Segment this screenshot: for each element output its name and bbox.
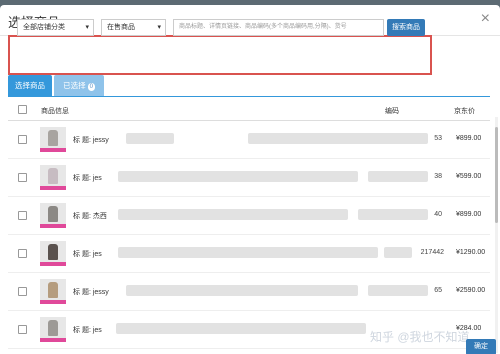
product-code: 53 xyxy=(434,135,442,142)
product-code: 217442 xyxy=(420,249,444,256)
product-price: ¥599.00 xyxy=(456,173,482,180)
blurred-code xyxy=(368,171,428,182)
product-price: ¥899.00 xyxy=(456,211,482,218)
product-title: 标 题: jes xyxy=(73,175,102,182)
filter-bar xyxy=(8,35,432,75)
product-thumbnail xyxy=(40,279,66,304)
category-select[interactable]: 全部店铺分类 ▾ xyxy=(17,19,94,36)
blurred-code xyxy=(358,209,428,220)
tab-select-products[interactable]: 选择商品 xyxy=(8,75,52,96)
product-table: 商品信息 编码 京东价 标 题: jessy 53 ¥899.00 标 题: j… xyxy=(8,98,490,354)
watermark: 知乎 @我也不知道 xyxy=(370,330,470,344)
product-thumbnail xyxy=(40,127,66,152)
row-checkbox[interactable] xyxy=(18,211,27,220)
product-thumbnail xyxy=(40,317,66,342)
product-title: 标 题: jessy xyxy=(73,137,109,144)
close-icon[interactable]: × xyxy=(481,10,490,28)
blurred-text xyxy=(116,323,366,334)
product-code: 38 xyxy=(434,173,442,180)
tab-selected[interactable]: 已选择 0 xyxy=(54,75,104,96)
product-thumbnail xyxy=(40,203,66,228)
blurred-text xyxy=(118,247,378,258)
product-price: ¥899.00 xyxy=(456,135,482,142)
product-thumbnail xyxy=(40,165,66,190)
blurred-code xyxy=(368,285,428,296)
row-checkbox[interactable] xyxy=(18,249,27,258)
blurred-code xyxy=(384,247,412,258)
table-row[interactable]: 标 题: jes 217442 ¥1290.00 xyxy=(8,235,490,273)
product-title: 标 题: jes xyxy=(73,251,102,258)
product-code: 65 xyxy=(434,287,442,294)
row-checkbox[interactable] xyxy=(18,325,27,334)
search-input[interactable]: 商品标题、详情页链接、商品编码(多个商品编码用,分隔)、货号 xyxy=(173,19,384,36)
scrollbar-thumb[interactable] xyxy=(495,127,498,223)
select-all-checkbox[interactable] xyxy=(18,105,27,114)
blurred-text xyxy=(126,285,358,296)
tab-selected-label: 已选择 xyxy=(63,81,86,90)
status-select[interactable]: 在售商品 ▾ xyxy=(101,19,166,36)
category-select-value: 全部店铺分类 xyxy=(23,24,65,31)
row-checkbox[interactable] xyxy=(18,287,27,296)
select-product-dialog: 选择商品 × 全部店铺分类 ▾ 在售商品 ▾ 商品标题、详情页链接、商品编码(多… xyxy=(0,5,500,354)
row-checkbox[interactable] xyxy=(18,135,27,144)
blurred-code xyxy=(248,133,428,144)
blurred-text xyxy=(118,209,348,220)
tab-underline xyxy=(8,96,490,97)
product-thumbnail xyxy=(40,241,66,266)
table-row[interactable]: 标 题: jessy 65 ¥2590.00 xyxy=(8,273,490,311)
table-row[interactable]: 标 题: 杰西 40 ¥899.00 xyxy=(8,197,490,235)
product-price: ¥1290.00 xyxy=(456,249,486,256)
product-code: 40 xyxy=(434,211,442,218)
table-header: 商品信息 编码 京东价 xyxy=(8,98,490,121)
product-title: 标 题: jes xyxy=(73,327,102,334)
blurred-text xyxy=(118,171,358,182)
product-title: 标 题: 杰西 xyxy=(73,213,107,220)
selected-count-badge: 0 xyxy=(87,83,95,91)
table-row[interactable]: 标 题: jes 38 ¥599.00 xyxy=(8,159,490,197)
status-select-value: 在售商品 xyxy=(107,24,135,31)
row-checkbox[interactable] xyxy=(18,173,27,182)
header-code: 编码 xyxy=(385,108,399,115)
table-row[interactable]: 标 题: jessy 53 ¥899.00 xyxy=(8,121,490,159)
blurred-text xyxy=(126,133,174,144)
chevron-down-icon: ▾ xyxy=(85,24,89,31)
header-price: 京东价 xyxy=(454,108,475,115)
search-button[interactable]: 搜索商品 xyxy=(387,19,425,36)
chevron-down-icon: ▾ xyxy=(157,24,161,31)
confirm-button[interactable]: 确定 xyxy=(466,339,496,354)
header-info: 商品信息 xyxy=(41,108,69,115)
product-title: 标 题: jessy xyxy=(73,289,109,296)
product-price: ¥2590.00 xyxy=(456,287,486,294)
